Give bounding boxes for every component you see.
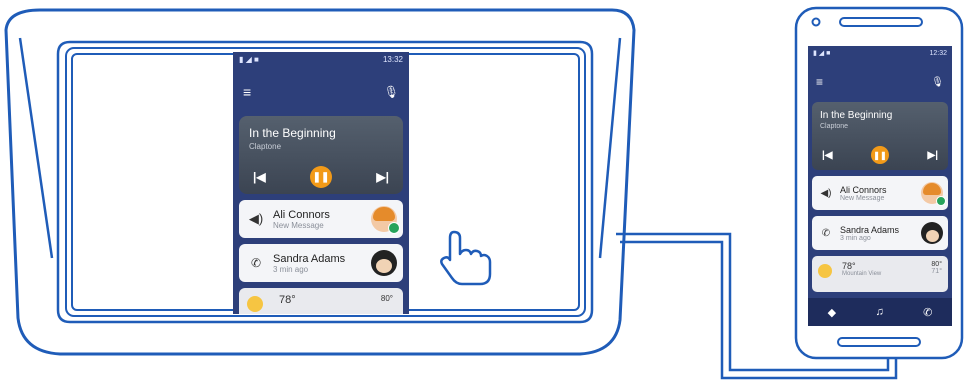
media-artist: Claptone [249, 142, 282, 151]
media-title: In the Beginning [820, 110, 893, 121]
contact-subtitle: 3 min ago [273, 264, 309, 274]
mic-icon[interactable]: 🎙 [384, 85, 399, 99]
menu-icon[interactable]: ≡ [243, 84, 251, 100]
phone-speaker [839, 17, 923, 27]
weather-low: 71° [931, 268, 942, 275]
tap-hand-icon [440, 230, 492, 286]
phone-toolbar: ≡ 🎙 [808, 74, 952, 90]
call-card[interactable]: ✆ Sandra Adams 3 min ago [239, 244, 403, 282]
phone-icon: ✆ [821, 227, 831, 239]
media-controls: |◀ ❚❚ ▶| [239, 166, 403, 188]
speaker-icon: ◀) [820, 187, 832, 199]
car-screen[interactable]: ▮ ◢ ■ 13:32 ≡ 🎙 In the Beginning Clapton… [233, 52, 409, 314]
menu-icon[interactable]: ≡ [816, 75, 823, 89]
phone-status-bar: ▮ ◢ ■ 12:32 [808, 46, 952, 60]
sun-icon [247, 296, 263, 312]
contact-subtitle: New Message [840, 194, 885, 202]
contact-name: Sandra Adams [273, 252, 346, 265]
phone-nav-bar: ◆ ♫ ✆ [808, 298, 952, 326]
phone-screen[interactable]: ▮ ◢ ■ 12:32 ≡ 🎙 In the Beginning Clapton… [808, 46, 952, 326]
pause-button[interactable]: ❚❚ [871, 146, 889, 164]
pause-button[interactable]: ❚❚ [310, 166, 332, 188]
speaker-icon: ◀) [248, 211, 264, 226]
message-badge-icon [936, 196, 946, 206]
weather-high: 80° [380, 294, 393, 303]
phone-icon: ✆ [250, 256, 262, 270]
mic-icon[interactable]: 🎙 [931, 77, 944, 88]
car-status-bar: ▮ ◢ ■ 13:32 [233, 52, 409, 66]
phone-icon[interactable]: ✆ [923, 306, 932, 319]
status-time: 12:32 [929, 49, 947, 57]
navigation-icon[interactable]: ◆ [828, 306, 836, 319]
skip-previous-icon[interactable]: |◀ [822, 150, 833, 161]
weather-location: Mountain View [842, 271, 882, 277]
avatar-face [925, 229, 939, 242]
sun-icon [818, 264, 832, 278]
skip-next-icon[interactable]: ▶| [928, 150, 939, 161]
signal-icon: ▮ ◢ ■ [239, 54, 259, 64]
weather-high: 80° [931, 261, 942, 268]
weather-temp: 78° [279, 294, 296, 306]
message-card[interactable]: ◀) Ali Connors New Message [239, 200, 403, 238]
avatar [371, 250, 397, 276]
media-controls: |◀ ❚❚ ▶| [812, 146, 948, 164]
contact-name: Sandra Adams [840, 224, 900, 235]
avatar [921, 222, 943, 244]
message-card[interactable]: ◀) Ali Connors New Message [812, 176, 948, 210]
headphones-icon[interactable]: ♫ [875, 306, 883, 318]
avatar-face [376, 259, 392, 273]
skip-next-icon[interactable]: ▶| [376, 170, 389, 184]
media-title: In the Beginning [249, 126, 336, 140]
contact-name: Ali Connors [840, 184, 887, 195]
signal-icon: ▮ ◢ ■ [813, 50, 831, 57]
phone-home-bar [837, 337, 921, 347]
message-badge-icon [388, 222, 400, 234]
avatar-hair [923, 183, 941, 195]
weather-card[interactable]: 78° Mountain View 80° 71° [812, 256, 948, 292]
skip-previous-icon[interactable]: |◀ [253, 170, 266, 184]
weather-temp: 78° [842, 261, 856, 271]
weather-card[interactable]: 78° 80° [239, 288, 403, 314]
contact-subtitle: New Message [273, 220, 324, 230]
car-toolbar: ≡ 🎙 [233, 82, 409, 102]
avatar-hair [373, 207, 395, 221]
avatar [921, 182, 946, 206]
call-card[interactable]: ✆ Sandra Adams 3 min ago [812, 216, 948, 250]
status-time: 13:32 [382, 54, 403, 64]
media-card[interactable]: In the Beginning Claptone |◀ ❚❚ ▶| [239, 116, 403, 194]
contact-subtitle: 3 min ago [840, 234, 871, 242]
media-artist: Claptone [820, 123, 849, 130]
contact-name: Ali Connors [273, 208, 330, 221]
media-card[interactable]: In the Beginning Claptone |◀ ❚❚ ▶| [812, 102, 948, 170]
avatar [371, 206, 400, 234]
